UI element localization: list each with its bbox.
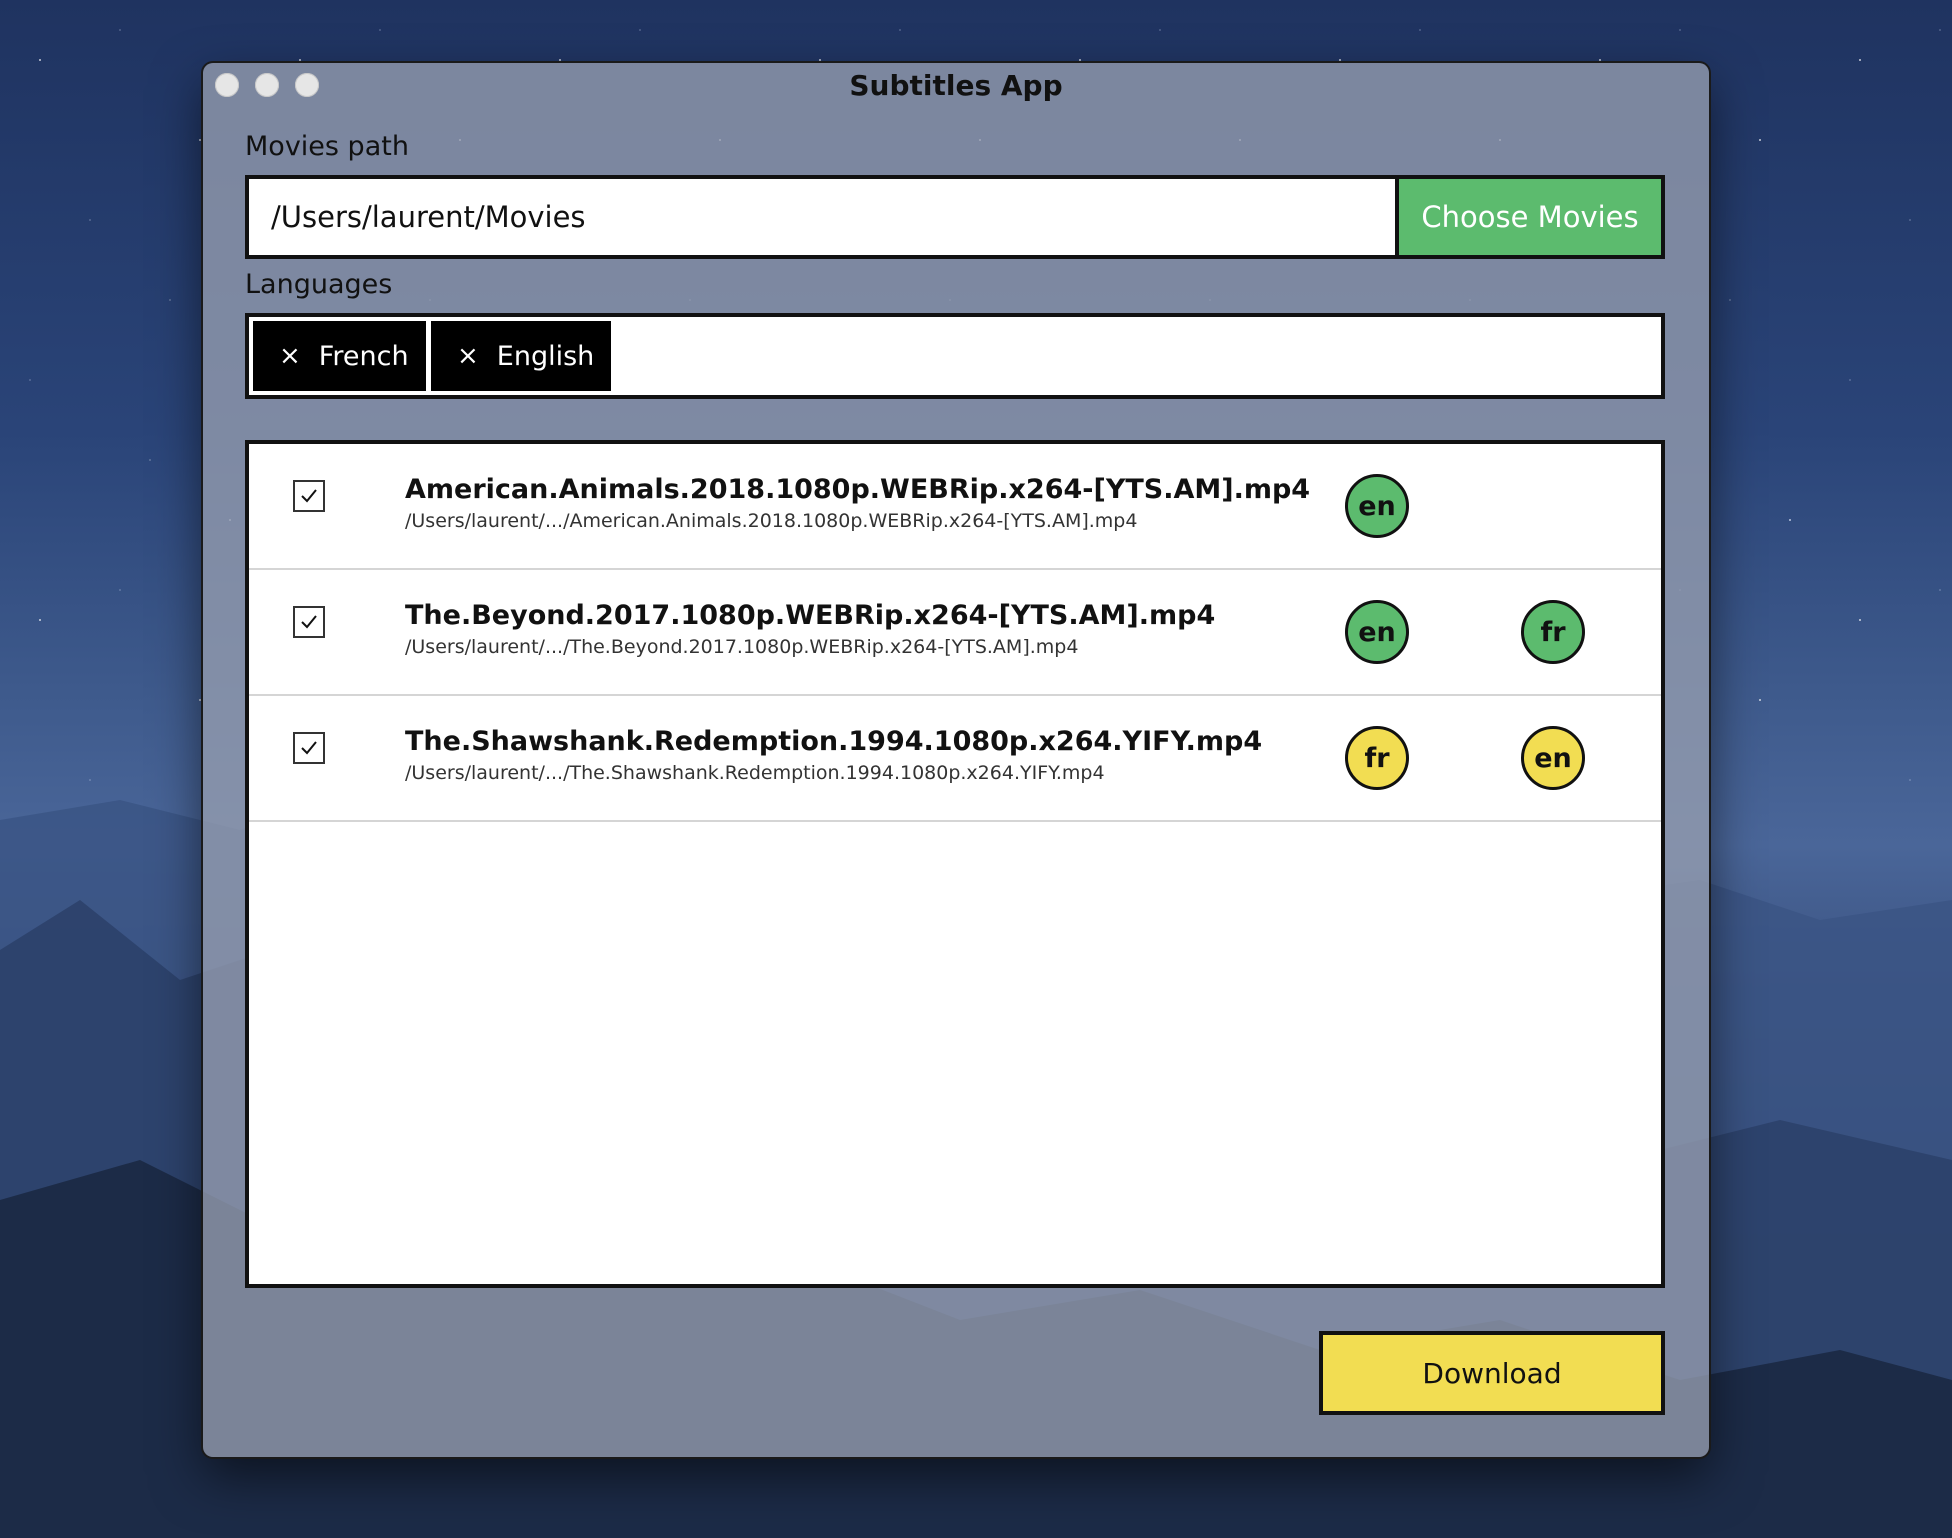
remove-tag-icon[interactable]: ×	[457, 341, 479, 371]
choose-movies-button[interactable]: Choose Movies	[1395, 179, 1661, 255]
checkmark-icon	[301, 741, 317, 755]
checkmark-icon	[301, 615, 317, 629]
subtitle-badge[interactable]: fr	[1521, 600, 1585, 664]
movie-checkbox[interactable]	[293, 732, 325, 764]
download-button[interactable]: Download	[1319, 1331, 1665, 1415]
window-title: Subtitles App	[849, 69, 1063, 102]
movies-path-field-group: /Users/laurent/Movies Choose Movies	[245, 175, 1665, 259]
list-item: The.Beyond.2017.1080p.WEBRip.x264-[YTS.A…	[249, 570, 1661, 696]
subtitle-badge[interactable]: fr	[1345, 726, 1409, 790]
movies-list: American.Animals.2018.1080p.WEBRip.x264-…	[245, 440, 1665, 1288]
subtitle-badge[interactable]: en	[1345, 474, 1409, 538]
movie-file-path: /Users/laurent/.../American.Animals.2018…	[405, 510, 1138, 532]
language-tag-label: French	[318, 340, 409, 372]
movie-file-name: The.Beyond.2017.1080p.WEBRip.x264-[YTS.A…	[405, 600, 1216, 631]
movie-file-name: American.Animals.2018.1080p.WEBRip.x264-…	[405, 474, 1311, 505]
movie-checkbox[interactable]	[293, 606, 325, 638]
movie-file-name: The.Shawshank.Redemption.1994.1080p.x264…	[405, 726, 1263, 757]
subtitle-badge[interactable]: en	[1521, 726, 1585, 790]
language-tag-french: × French	[253, 321, 426, 391]
list-item: The.Shawshank.Redemption.1994.1080p.x264…	[249, 696, 1661, 822]
movies-path-label: Movies path	[245, 131, 409, 162]
subtitle-badge[interactable]: en	[1345, 600, 1409, 664]
movie-file-path: /Users/laurent/.../The.Shawshank.Redempt…	[405, 762, 1105, 784]
list-item: American.Animals.2018.1080p.WEBRip.x264-…	[249, 444, 1661, 570]
languages-tag-input[interactable]: × French × English	[245, 313, 1665, 399]
movie-checkbox[interactable]	[293, 480, 325, 512]
remove-tag-icon[interactable]: ×	[279, 341, 301, 371]
languages-label: Languages	[245, 269, 393, 300]
title-bar[interactable]: Subtitles App	[203, 63, 1709, 107]
app-window: Subtitles App Movies path /Users/laurent…	[203, 63, 1709, 1457]
language-tag-label: English	[496, 340, 595, 372]
movie-file-path: /Users/laurent/.../The.Beyond.2017.1080p…	[405, 636, 1079, 658]
checkmark-icon	[301, 489, 317, 503]
movies-path-input[interactable]: /Users/laurent/Movies	[249, 179, 1399, 255]
language-tag-english: × English	[431, 321, 611, 391]
